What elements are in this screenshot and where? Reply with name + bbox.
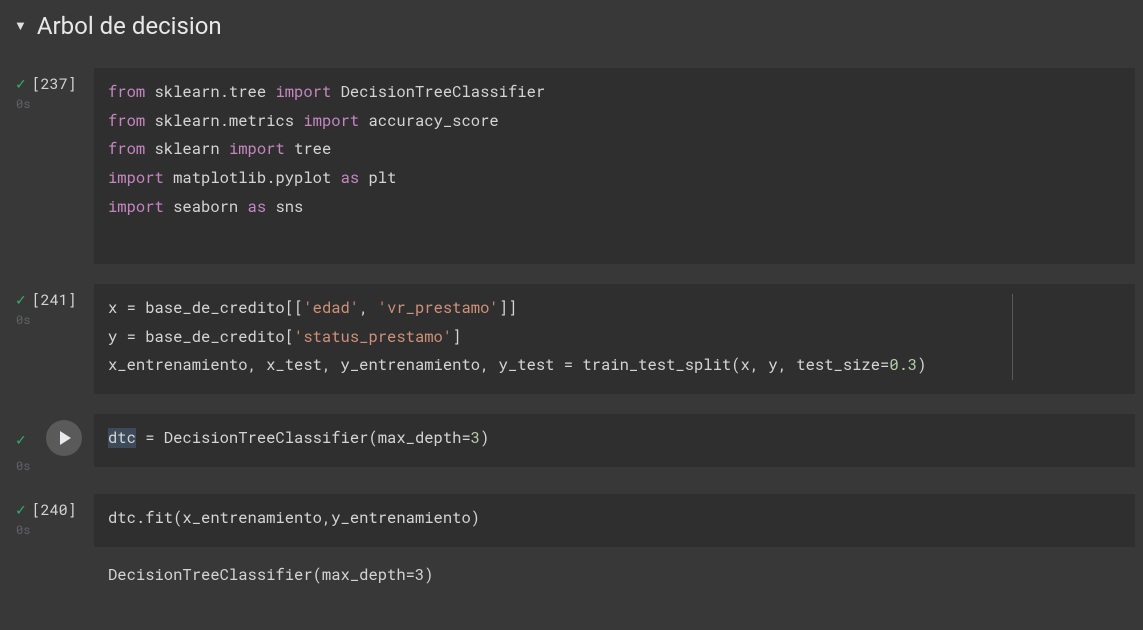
token-plain: seaborn bbox=[173, 197, 247, 217]
token-plain: ) bbox=[480, 428, 489, 448]
token-plain: sklearn.metrics bbox=[155, 111, 304, 131]
token-kw: from bbox=[108, 111, 155, 131]
ruler-line bbox=[1012, 294, 1013, 380]
code-line: dtc = DecisionTreeClassifier(max_depth=3… bbox=[108, 424, 1121, 453]
token-plain: sklearn bbox=[155, 139, 229, 159]
token-kw: from bbox=[108, 139, 155, 159]
code-line: y = base_de_credito['status_prestamo'] bbox=[108, 323, 1121, 352]
token-kw: import bbox=[108, 197, 173, 217]
token-num: 0.3 bbox=[889, 355, 917, 375]
token-kw: as bbox=[341, 168, 369, 188]
token-plain bbox=[108, 225, 117, 245]
token-plain: dtc bbox=[108, 428, 136, 448]
execution-time: 0s bbox=[8, 312, 94, 328]
check-icon: ✓ bbox=[16, 502, 26, 518]
collapse-arrow-icon[interactable]: ▼ bbox=[14, 18, 27, 34]
token-kw: import bbox=[108, 168, 173, 188]
token-kw: from bbox=[108, 82, 155, 102]
token-plain: accuracy_score bbox=[368, 111, 498, 131]
cell-body: x = base_de_credito[['edad', 'vr_prestam… bbox=[94, 284, 1135, 394]
token-num: 3 bbox=[471, 428, 480, 448]
code-editor[interactable]: from sklearn.tree import DecisionTreeCla… bbox=[94, 68, 1135, 264]
token-str: 'edad' bbox=[303, 298, 359, 318]
cell-body: from sklearn.tree import DecisionTreeCla… bbox=[94, 68, 1135, 264]
cell-body: dtc.fit(x_entrenamiento,y_entrenamiento)… bbox=[94, 494, 1135, 589]
notebook-cell: ✓ [237] 0s from sklearn.tree import Decisio… bbox=[8, 68, 1135, 264]
execution-time: 0s bbox=[8, 522, 94, 538]
code-line bbox=[108, 221, 1121, 250]
code-line: dtc.fit(x_entrenamiento,y_entrenamiento) bbox=[108, 504, 1121, 533]
check-icon: ✓ bbox=[16, 292, 26, 308]
check-icon: ✓ bbox=[16, 76, 26, 92]
cell-output: DecisionTreeClassifier(max_depth=3) bbox=[94, 547, 1135, 590]
token-kw: as bbox=[248, 197, 276, 217]
cell-gutter: ✓ [237] 0s bbox=[8, 68, 94, 264]
token-plain: ] bbox=[452, 327, 461, 347]
token-kw: import bbox=[229, 139, 294, 159]
execution-count: [237] bbox=[32, 74, 77, 94]
token-plain: matplotlib.pyplot bbox=[173, 168, 340, 188]
token-kw: import bbox=[303, 111, 368, 131]
notebook-cells-container: ✓ [237] 0s from sklearn.tree import Decisio… bbox=[0, 68, 1143, 589]
token-plain: plt bbox=[368, 168, 396, 188]
execution-count: [241] bbox=[32, 290, 77, 310]
token-plain: dtc.fit(x_entrenamiento,y_entrenamiento) bbox=[108, 508, 480, 528]
token-plain: x = base_de_credito[[ bbox=[108, 298, 303, 318]
code-line: from sklearn.tree import DecisionTreeCla… bbox=[108, 78, 1121, 107]
token-plain: sklearn.tree bbox=[155, 82, 276, 102]
run-cell-button[interactable] bbox=[46, 420, 82, 456]
token-plain: tree bbox=[294, 139, 331, 159]
token-plain: ]] bbox=[499, 298, 518, 318]
token-plain: = DecisionTreeClassifier(max_depth= bbox=[136, 428, 471, 448]
execution-time: 0s bbox=[8, 458, 94, 474]
cell-body: dtc = DecisionTreeClassifier(max_depth=3… bbox=[94, 414, 1135, 474]
code-line: x_entrenamiento, x_test, y_entrenamiento… bbox=[108, 351, 1121, 380]
token-plain: y = base_de_credito[ bbox=[108, 327, 294, 347]
code-line: import seaborn as sns bbox=[108, 193, 1121, 222]
token-plain: x_entrenamiento, x_test, y_entrenamiento… bbox=[108, 355, 889, 375]
token-plain: , bbox=[359, 298, 378, 318]
notebook-cell: ✓[240]0sdtc.fit(x_entrenamiento,y_entren… bbox=[8, 494, 1135, 589]
notebook-cell: ✓ 0s dtc = DecisionTreeClassifier(max_dept… bbox=[8, 414, 1135, 474]
cell-gutter: ✓ [241] 0s bbox=[8, 284, 94, 394]
code-editor[interactable]: dtc.fit(x_entrenamiento,y_entrenamiento) bbox=[94, 494, 1135, 547]
code-editor[interactable]: x = base_de_credito[['edad', 'vr_prestam… bbox=[94, 284, 1135, 394]
code-line: from sklearn.metrics import accuracy_sco… bbox=[108, 107, 1121, 136]
code-editor[interactable]: dtc = DecisionTreeClassifier(max_depth=3… bbox=[94, 414, 1135, 467]
token-plain: ) bbox=[917, 355, 926, 375]
code-line: import matplotlib.pyplot as plt bbox=[108, 164, 1121, 193]
code-line: from sklearn import tree bbox=[108, 135, 1121, 164]
code-line: x = base_de_credito[['edad', 'vr_prestam… bbox=[108, 294, 1121, 323]
play-icon bbox=[60, 431, 71, 445]
token-kw: import bbox=[275, 82, 340, 102]
cell-gutter: ✓ [240] 0s bbox=[8, 494, 94, 589]
section-header[interactable]: ▼ Arbol de decision bbox=[0, 0, 1143, 68]
token-plain: sns bbox=[275, 197, 303, 217]
token-plain: DecisionTreeClassifier bbox=[341, 82, 546, 102]
execution-time: 0s bbox=[8, 96, 94, 112]
cell-gutter: ✓ 0s bbox=[8, 414, 94, 474]
notebook-cell: ✓ [241] 0s x = base_de_credito[['edad', 'vr… bbox=[8, 284, 1135, 394]
token-str: 'vr_prestamo' bbox=[378, 298, 499, 318]
section-title: Arbol de decision bbox=[37, 12, 222, 40]
check-icon: ✓ bbox=[16, 432, 26, 448]
token-str: 'status_prestamo' bbox=[294, 327, 452, 347]
execution-count: [240] bbox=[32, 500, 77, 520]
